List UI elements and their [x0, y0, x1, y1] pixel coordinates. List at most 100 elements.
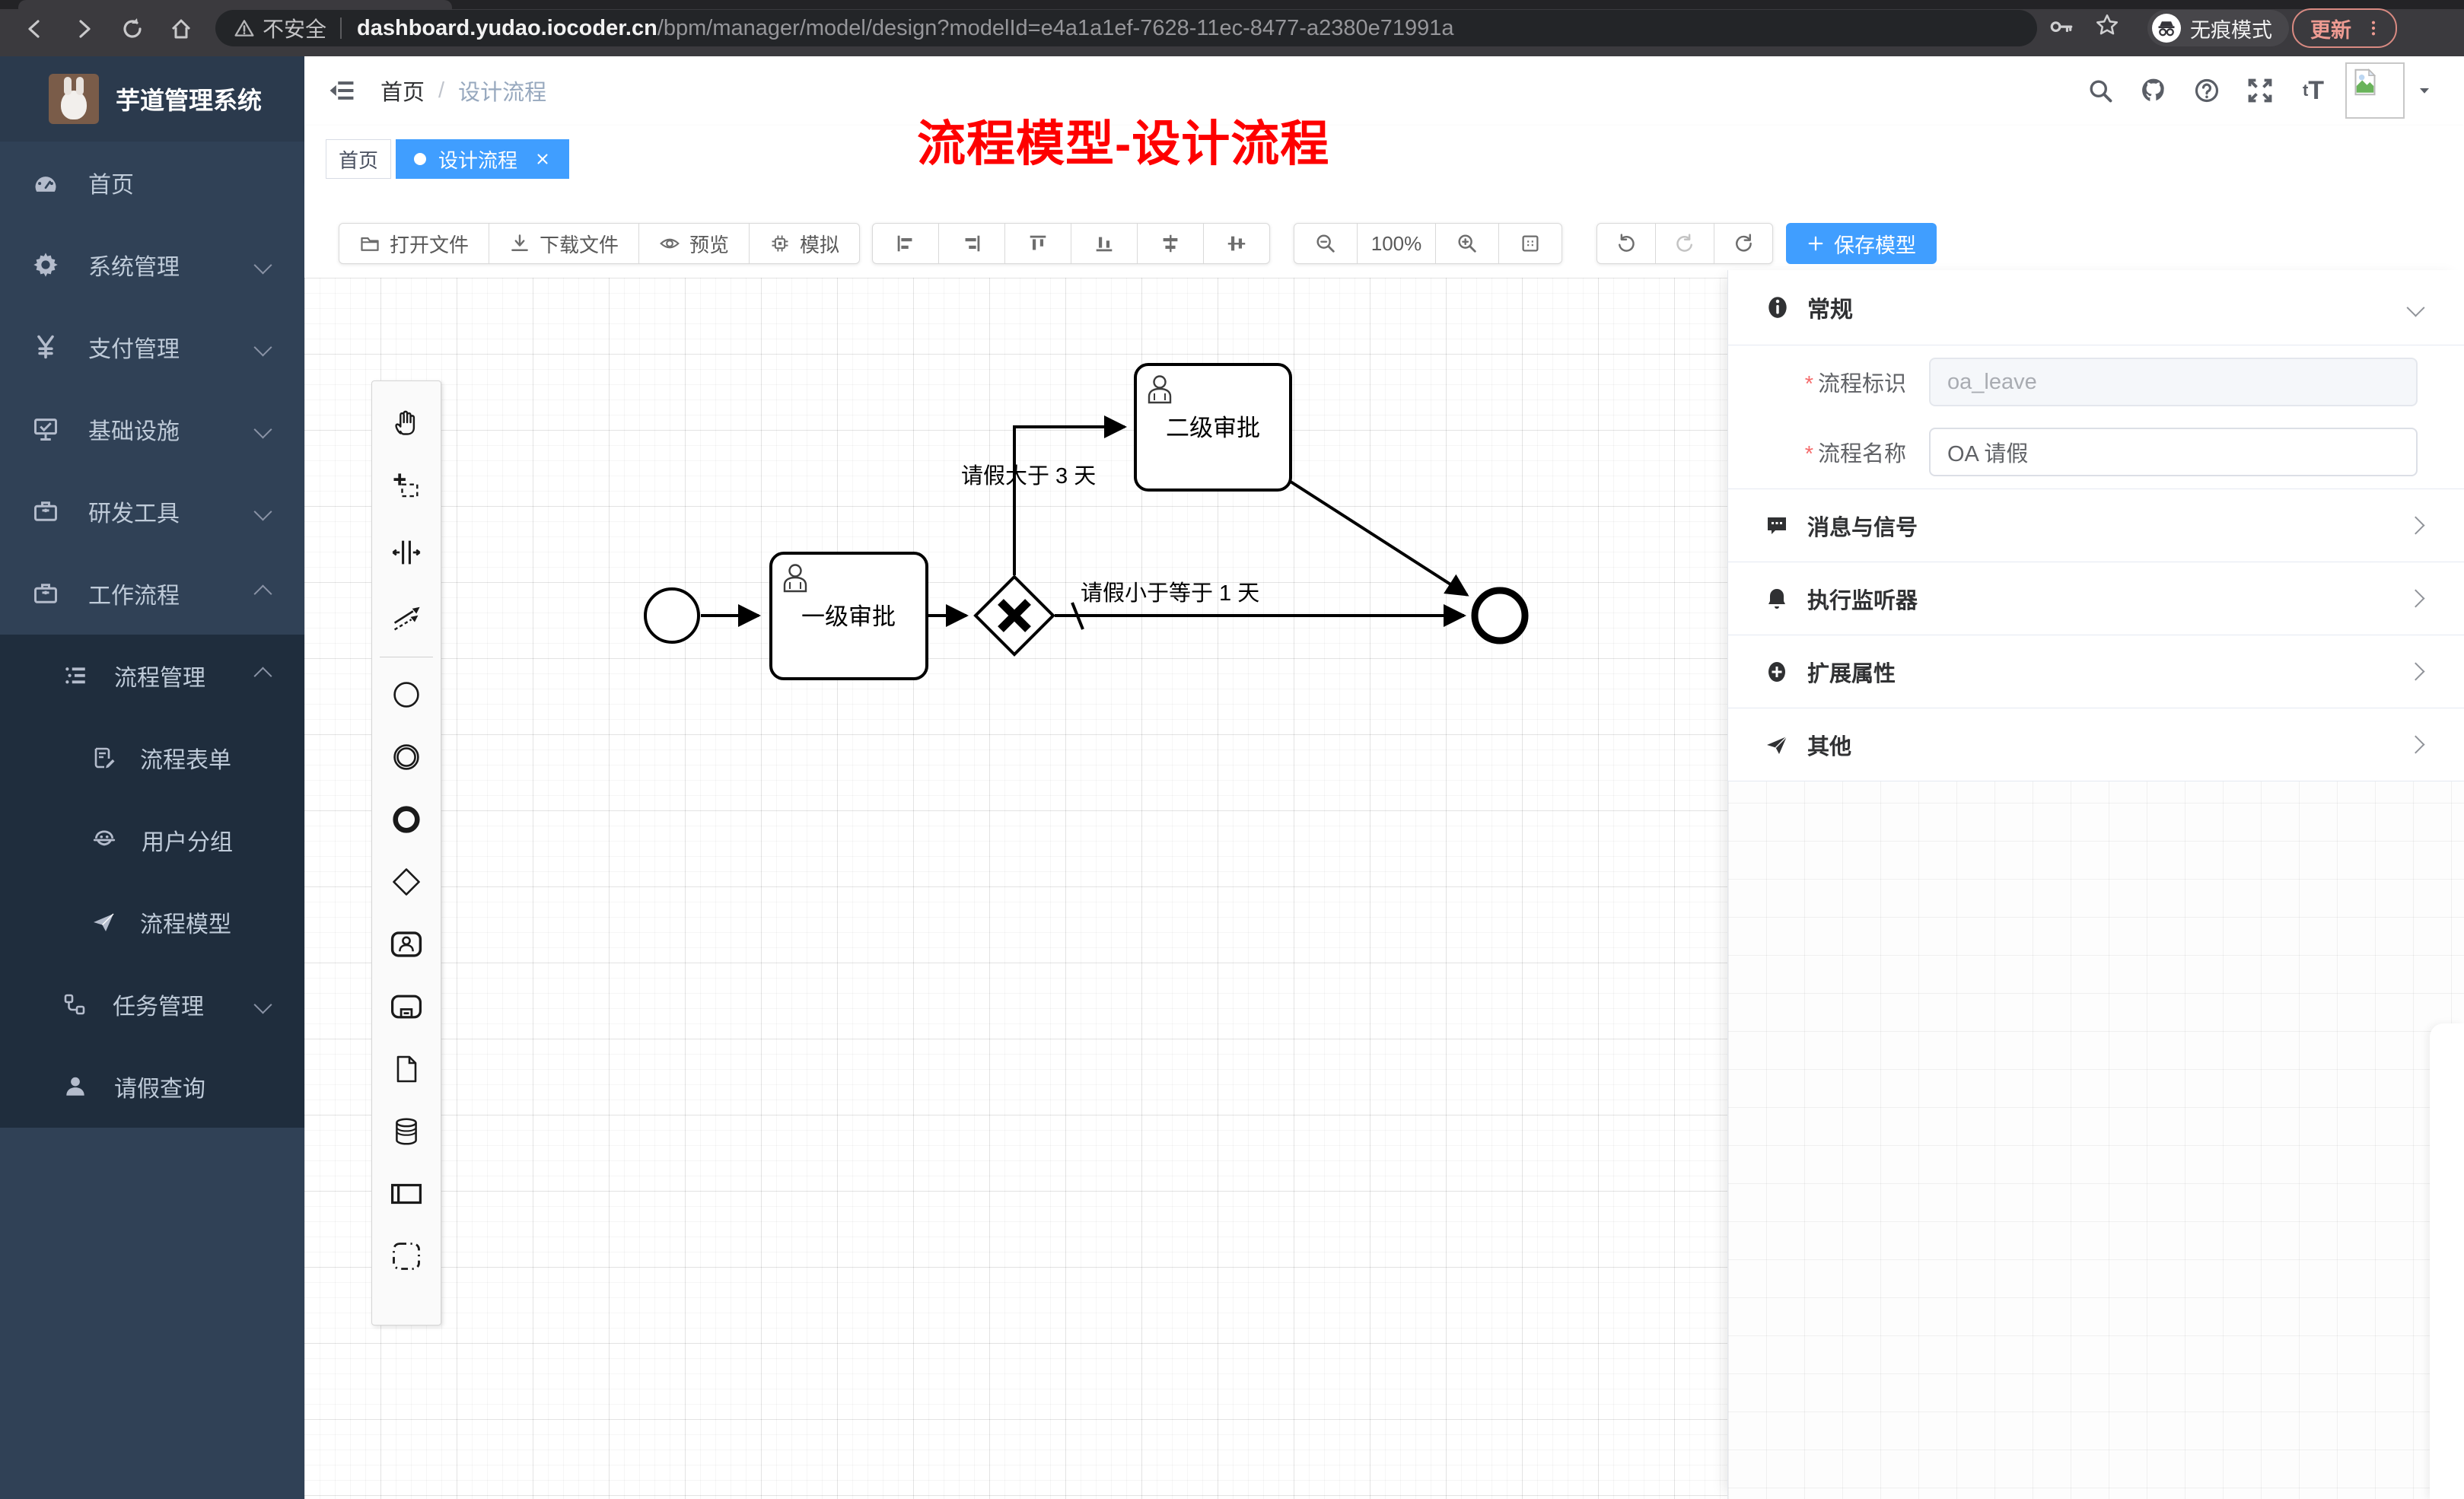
redo-button[interactable] [1655, 223, 1714, 264]
github-icon [2139, 76, 2168, 105]
tab-home[interactable]: 首页 [326, 139, 391, 179]
sidebar-item-process-model[interactable]: 流程模型 [0, 881, 304, 963]
restart-button[interactable] [1714, 223, 1773, 264]
align-left-button[interactable] [872, 223, 939, 264]
section-messages-signals[interactable]: 消息与信号 [1728, 489, 2464, 562]
sidebar-item-label: 请假查询 [114, 1070, 205, 1103]
fullscreen-icon [2246, 77, 2274, 104]
section-label: 其他 [1807, 729, 1851, 761]
zoom-out-button[interactable] [1294, 223, 1358, 264]
sidebar-item-process-management[interactable]: 流程管理 [0, 635, 304, 717]
sidebar-item-infra[interactable]: 基础设施 [0, 388, 304, 470]
not-secure-label: 不安全 [263, 13, 326, 43]
app-logo-image [49, 74, 99, 124]
url-bar[interactable]: 不安全 dashboard.yudao.iocoder.cn/bpm/manag… [215, 10, 2037, 46]
paper-plane-icon [1765, 733, 1789, 757]
forward-button[interactable] [67, 12, 100, 46]
sidebar-item-payment[interactable]: 支付管理 [0, 306, 304, 388]
sidebar-item-leave-query[interactable]: 请假查询 [0, 1045, 304, 1128]
star-icon[interactable] [2094, 12, 2120, 38]
align-right-button[interactable] [938, 223, 1005, 264]
github-button[interactable] [2132, 69, 2175, 112]
sidebar-item-devtools[interactable]: 研发工具 [0, 470, 304, 552]
flow-task2-to-end[interactable] [1291, 482, 1467, 595]
chevron-down-icon[interactable] [2406, 298, 2424, 317]
bpmn-diagram[interactable]: 请假大于 3 天 请假小于等于 1 天 一级审批 [304, 278, 1727, 1499]
process-key-input[interactable] [1929, 358, 2418, 406]
app-title: 芋道管理系统 [116, 81, 262, 116]
sidebar-item-home[interactable]: 首页 [0, 142, 304, 224]
flow-gateway-to-task2[interactable] [1014, 427, 1125, 575]
button-label: 预览 [689, 230, 729, 258]
right-scroll-strip[interactable] [2430, 1023, 2464, 1499]
page-header: 首页 / 设计流程 tT [304, 56, 2464, 126]
menu-dots-icon[interactable] [2364, 18, 2383, 38]
zoom-reset-button[interactable] [1498, 223, 1562, 264]
sidebar-item-process-form[interactable]: 流程表单 [0, 717, 304, 799]
save-model-button[interactable]: 保存模型 [1786, 223, 1937, 264]
sidebar-item-user-group[interactable]: 用户分组 [0, 799, 304, 881]
browser-active-tab[interactable] [18, 0, 452, 9]
chip-icon [769, 233, 791, 254]
search-button[interactable] [2079, 69, 2122, 112]
sidebar: 芋道管理系统 首页 系统管理 支付管理 基础设施 [0, 56, 304, 1499]
chevron-down-icon [253, 420, 272, 438]
zoom-level[interactable]: 100% [1357, 223, 1436, 264]
undo-button[interactable] [1597, 223, 1656, 264]
sidebar-item-system[interactable]: 系统管理 [0, 224, 304, 306]
section-general[interactable]: 常规 [1728, 270, 2464, 345]
open-file-button[interactable]: 打开文件 [339, 223, 489, 264]
home-button[interactable] [164, 12, 198, 46]
exclusive-gateway[interactable] [976, 577, 1053, 654]
download-file-button[interactable]: 下载文件 [489, 223, 639, 264]
user-task-level2[interactable]: 二级审批 [1135, 364, 1291, 490]
section-execution-listeners[interactable]: 执行监听器 [1728, 562, 2464, 635]
simulate-button[interactable]: 模拟 [749, 223, 860, 264]
key-icon[interactable] [2049, 12, 2074, 38]
collapse-sidebar-icon[interactable] [327, 76, 356, 105]
start-event[interactable] [645, 589, 699, 642]
breadcrumb-current: 设计流程 [458, 75, 546, 107]
tab-design-process[interactable]: 设计流程 [396, 139, 569, 179]
sidebar-item-label: 工作流程 [88, 577, 180, 610]
align-vcenter-button[interactable] [1203, 223, 1270, 264]
properties-panel: 常规 *流程标识 *流程名称 消息与信号 执行监听器 [1728, 270, 2464, 781]
sidebar-item-label: 首页 [88, 166, 134, 199]
help-icon [2193, 77, 2220, 104]
align-hcenter-icon [1159, 232, 1182, 255]
toolbox-icon [32, 498, 59, 525]
update-button[interactable]: 更新 [2292, 8, 2397, 48]
zoom-in-button[interactable] [1435, 223, 1499, 264]
breadcrumb-home[interactable]: 首页 [380, 75, 425, 107]
chevron-down-icon [253, 502, 272, 520]
help-button[interactable] [2185, 69, 2228, 112]
font-size-button[interactable]: tT [2292, 69, 2335, 112]
fullscreen-button[interactable] [2239, 69, 2281, 112]
flow-label-gt[interactable]: 请假大于 3 天 [961, 463, 1096, 489]
caret-down-icon[interactable] [2415, 81, 2434, 100]
preview-button[interactable]: 预览 [638, 223, 750, 264]
section-other[interactable]: 其他 [1728, 708, 2464, 781]
section-extended-attributes[interactable]: 扩展属性 [1728, 635, 2464, 708]
tree-list-icon [62, 663, 88, 689]
restart-icon [1733, 233, 1754, 254]
align-bottom-button[interactable] [1071, 223, 1138, 264]
align-hcenter-button[interactable] [1137, 223, 1204, 264]
dashboard-icon [32, 169, 59, 196]
flow-label-le[interactable]: 请假小于等于 1 天 [1081, 581, 1259, 606]
home-icon [169, 17, 193, 41]
close-icon[interactable] [534, 151, 551, 167]
avatar[interactable] [2345, 62, 2405, 119]
end-event[interactable] [1475, 590, 1525, 641]
align-top-button[interactable] [1004, 223, 1071, 264]
back-button[interactable] [18, 12, 52, 46]
person-icon [62, 1074, 88, 1100]
required-mark: * [1805, 442, 1813, 466]
sidebar-item-workflow[interactable]: 工作流程 [0, 552, 304, 635]
sidebar-logo[interactable]: 芋道管理系统 [0, 56, 304, 142]
user-task-level1[interactable]: 一级审批 [771, 553, 927, 679]
task-label: 二级审批 [1166, 415, 1260, 441]
sidebar-item-task-management[interactable]: 任务管理 [0, 963, 304, 1045]
reload-button[interactable] [116, 12, 149, 46]
process-name-input[interactable] [1929, 428, 2418, 476]
